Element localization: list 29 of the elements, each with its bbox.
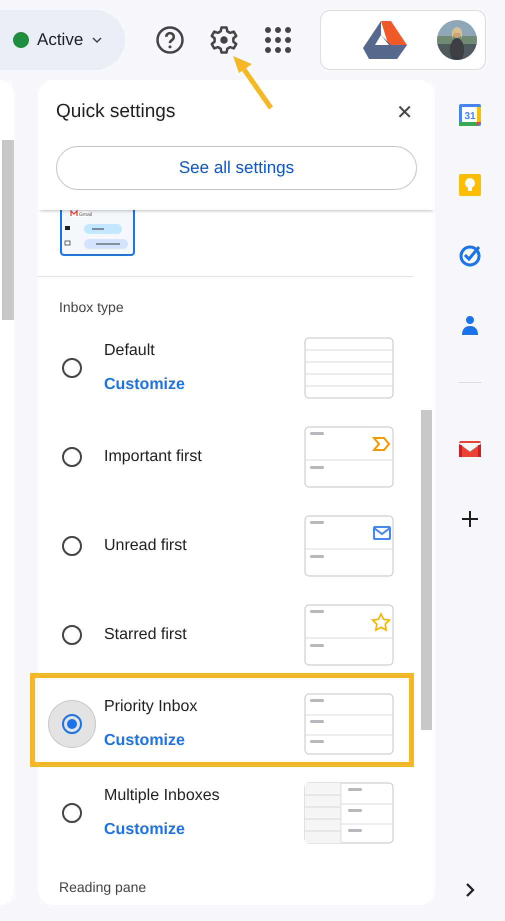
option-label: Priority Inbox (104, 698, 198, 716)
section-heading: Reading pane (59, 878, 148, 897)
apps-grid-icon[interactable] (263, 25, 293, 55)
scrollbar-thumb[interactable] (2, 140, 14, 320)
section-heading: Inbox type (59, 298, 125, 317)
logo-icon (363, 20, 407, 60)
option-label: Important first (104, 448, 203, 466)
option-label: Multiple Inboxes (104, 786, 221, 804)
caret-icon (91, 36, 104, 44)
account-box[interactable] (320, 10, 486, 70)
panel-title: Quick settings (56, 101, 176, 123)
customize-link[interactable]: Customize (104, 376, 304, 394)
option-label: Unread first (104, 536, 188, 554)
status-label: Active (37, 30, 84, 50)
annotation-arrow (232, 55, 274, 110)
customize-link[interactable]: Customize (104, 732, 304, 750)
close-button[interactable]: ✕ (392, 100, 417, 124)
radio-button[interactable] (48, 700, 96, 748)
help-icon[interactable] (155, 25, 185, 55)
scrollbar-thumb[interactable] (421, 410, 432, 730)
option-label: Default (104, 342, 156, 360)
see-all-settings-button[interactable]: See all settings (56, 146, 417, 190)
chevron-right-icon[interactable] (464, 882, 476, 898)
status-button[interactable]: Active (0, 10, 125, 70)
check-circle-icon[interactable] (458, 243, 482, 267)
settings-icon[interactable] (209, 25, 239, 55)
customize-link[interactable]: Customize (104, 820, 304, 838)
option-label: Starred first (104, 626, 188, 644)
calendar-icon[interactable]: 31 (458, 103, 482, 127)
